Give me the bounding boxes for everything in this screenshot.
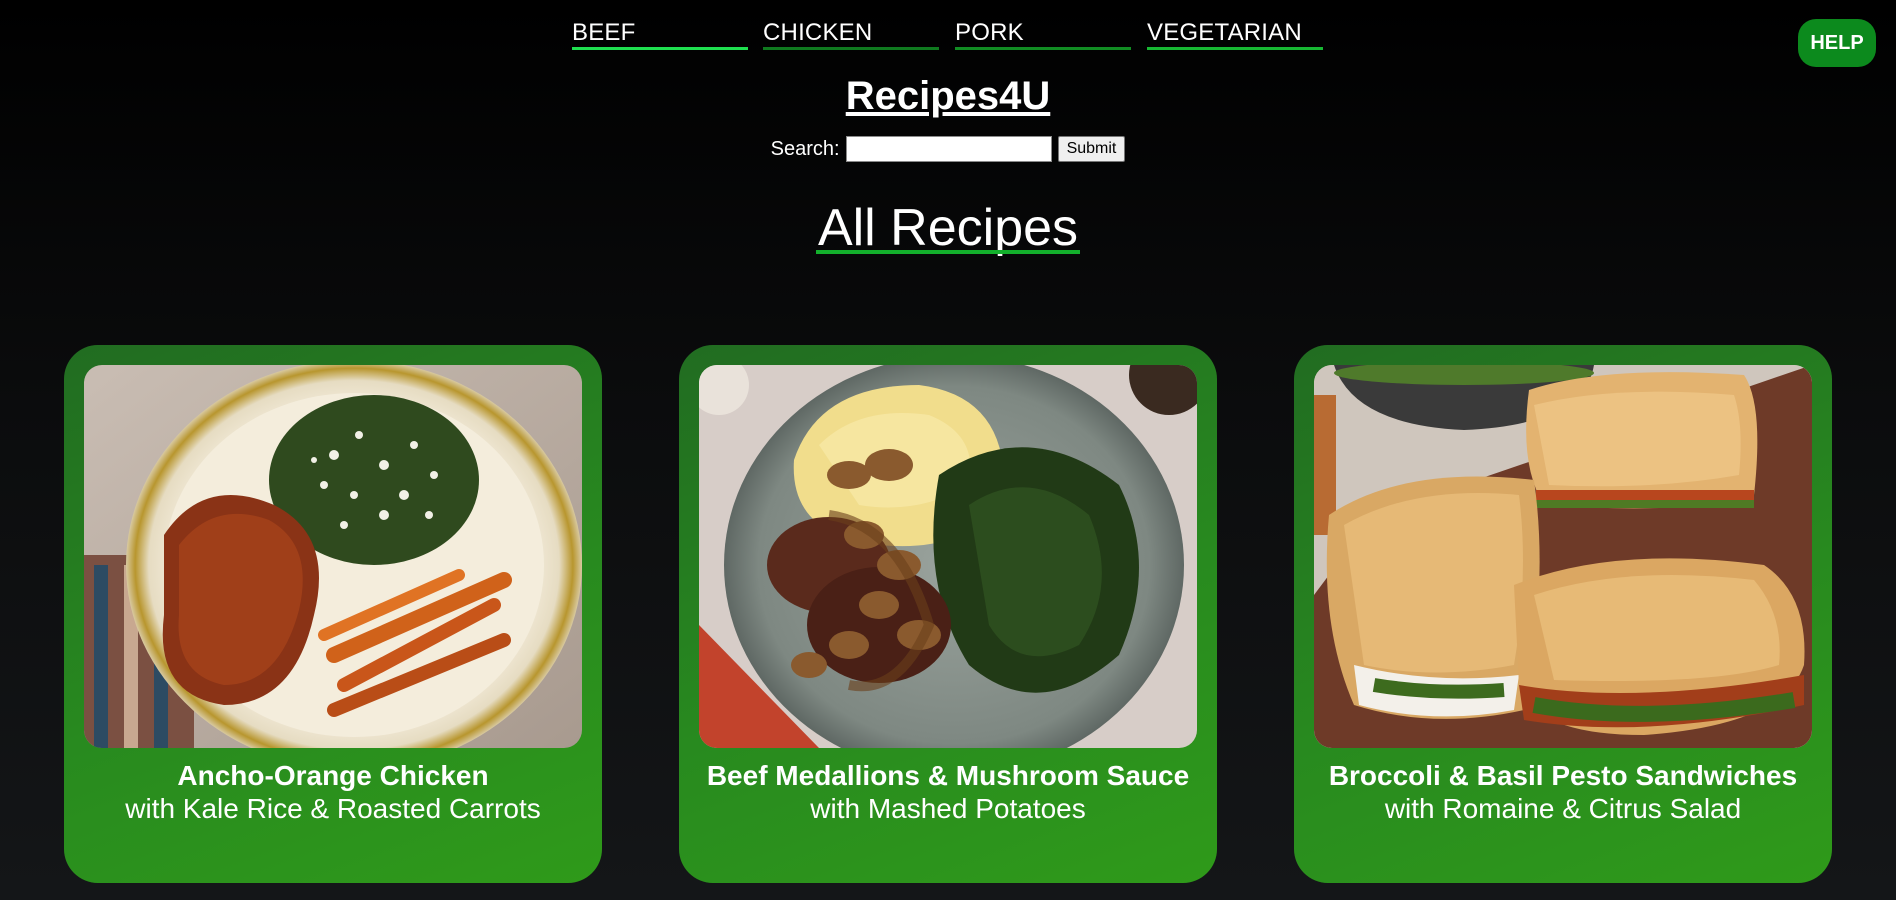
recipe-subtitle[interactable]: with Romaine & Citrus Salad <box>1294 793 1832 825</box>
search-label: Search: <box>770 138 840 160</box>
all-recipes-heading: All Recipes <box>815 199 1081 257</box>
recipe-title[interactable]: Ancho-Orange Chicken <box>64 759 602 793</box>
tab-vegetarian[interactable]: VEGETARIAN <box>1147 18 1323 50</box>
tab-chicken[interactable]: CHICKEN <box>763 18 939 50</box>
recipe-image[interactable] <box>1314 365 1812 748</box>
recipe-title[interactable]: Broccoli & Basil Pesto Sandwiches <box>1294 759 1832 793</box>
tab-pork[interactable]: PORK <box>955 18 1131 50</box>
recipe-subtitle[interactable]: with Kale Rice & Roasted Carrots <box>64 793 602 825</box>
category-nav: BEEF CHICKEN PORK VEGETARIAN <box>572 18 1324 52</box>
tab-beef[interactable]: BEEF <box>572 18 748 50</box>
recipe-card[interactable]: Ancho-Orange Chicken with Kale Rice & Ro… <box>64 345 602 883</box>
search-input[interactable] <box>845 136 1052 162</box>
submit-button[interactable]: Submit <box>1057 136 1126 162</box>
site-title[interactable]: Recipes4U <box>0 74 1896 119</box>
help-button[interactable]: HELP <box>1798 19 1876 67</box>
recipe-card[interactable]: Beef Medallions & Mushroom Sauce with Ma… <box>679 345 1217 883</box>
beef-medallions-photo <box>699 365 1197 748</box>
recipe-grid: Ancho-Orange Chicken with Kale Rice & Ro… <box>64 345 1832 883</box>
recipe-card[interactable]: Broccoli & Basil Pesto Sandwiches with R… <box>1294 345 1832 883</box>
recipe-image[interactable] <box>699 365 1197 748</box>
recipe-image[interactable] <box>84 365 582 748</box>
pesto-sandwiches-photo <box>1314 365 1812 748</box>
search-form: Search: Submit <box>0 134 1896 164</box>
recipe-subtitle[interactable]: with Mashed Potatoes <box>679 793 1217 825</box>
ancho-orange-chicken-photo <box>84 365 582 748</box>
recipe-title[interactable]: Beef Medallions & Mushroom Sauce <box>679 759 1217 793</box>
section-heading: All Recipes <box>0 198 1896 258</box>
